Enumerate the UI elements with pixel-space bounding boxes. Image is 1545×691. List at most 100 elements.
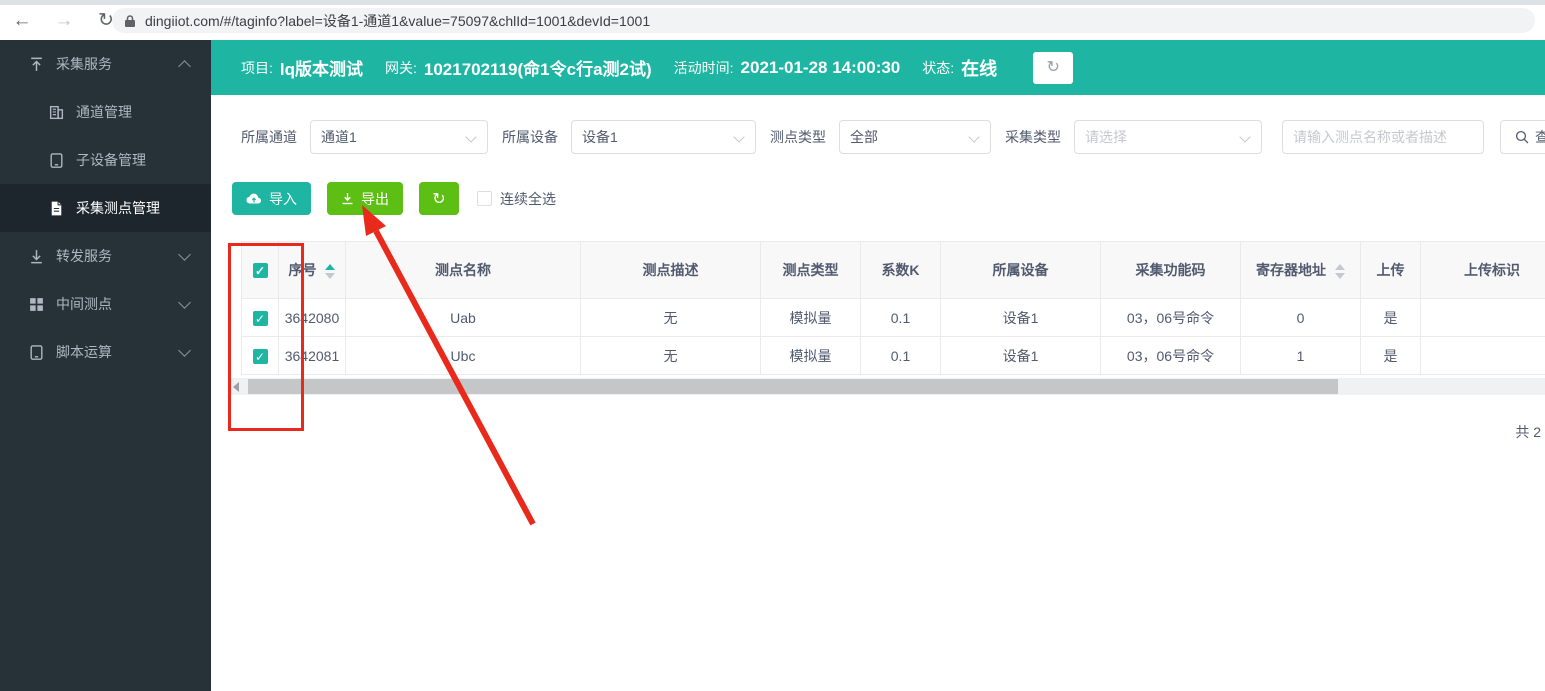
refresh-icon: ↻ [432,189,445,209]
sidebar-item-channel-management[interactable]: 通道管理 [0,88,211,136]
column-seq[interactable]: 序号 [279,242,346,299]
channel-filter-label: 所属通道 [241,127,297,147]
points-table: ✓ 序号 测点名称 测点描述 测点类型 系数K 所属设备 采集功能码 寄存器地址 [241,241,1545,375]
cell-upload: 是 [1361,337,1421,375]
sidebar-item-collect-point-management[interactable]: 采集测点管理 [0,184,211,232]
search-input[interactable] [1282,120,1484,154]
gateway-label: 网关: [385,58,417,78]
back-icon[interactable]: ← [10,10,34,32]
cell-point-name: Ubc [346,337,581,375]
url-text: dingiiot.com/#/taginfo?label=设备1-通道1&val… [145,11,650,31]
cell-point-desc: 无 [581,337,761,375]
horizontal-scrollbar[interactable] [229,378,1545,395]
cell-point-desc: 无 [581,299,761,337]
sidebar-item-subdevice-management[interactable]: 子设备管理 [0,136,211,184]
document-icon [48,200,65,217]
row-checkbox[interactable]: ✓ [253,311,268,326]
point-type-select[interactable]: 全部 [839,120,991,154]
point-type-select-value: 全部 [850,127,878,147]
cell-coefficient: 0.1 [861,337,941,375]
tablet-icon [48,152,65,169]
cell-register-addr: 1 [1241,337,1361,375]
row-checkbox[interactable]: ✓ [253,349,268,364]
continuous-select-all[interactable]: 连续全选 [477,189,556,209]
sort-icon[interactable] [325,264,335,279]
sidebar-item-collect-service[interactable]: 采集服务 [0,40,211,88]
collect-type-filter-label: 采集类型 [1005,127,1061,147]
collect-type-select-placeholder: 请选择 [1085,127,1127,147]
scrollbar-thumb[interactable] [248,379,1338,394]
table-row: ✓ 3642081 Ubc 无 模拟量 0.1 设备1 03，06号命令 1 是 [242,337,1545,375]
building-icon [48,104,65,121]
chevron-down-icon [733,131,744,142]
device-select[interactable]: 设备1 [571,120,756,154]
select-all-checkbox[interactable] [477,191,492,206]
column-coefficient: 系数K [861,242,941,299]
active-time-value: 2021-01-28 14:00:30 [741,58,901,78]
sidebar-item-middle-points[interactable]: 中间测点 [0,280,211,328]
column-upload-flag: 上传标识 [1421,242,1545,299]
device-filter-label: 所属设备 [502,127,558,147]
export-button[interactable]: 导出 [327,182,403,215]
sidebar-item-label: 通道管理 [76,102,132,122]
cell-seq: 3642080 [279,299,346,337]
tablet-icon [28,344,45,361]
sidebar: 采集服务 通道管理 子设备管理 采集测点管理 转发服务 [0,40,211,691]
sidebar-item-label: 采集测点管理 [76,198,160,218]
refresh-list-button[interactable]: ↻ [419,182,459,215]
cell-point-type: 模拟量 [761,337,861,375]
forward-icon[interactable]: → [52,10,76,32]
column-register-addr-label: 寄存器地址 [1256,262,1326,278]
gateway-info-bar: 项目: lq版本测试 网关: 1021702119(命1令c行a测2试) 活动时… [211,40,1545,95]
collect-type-select[interactable]: 请选择 [1074,120,1262,154]
cloud-upload-icon [246,192,262,205]
column-register-addr[interactable]: 寄存器地址 [1241,242,1361,299]
upload-icon [28,56,45,73]
table-row: ✓ 3642080 Uab 无 模拟量 0.1 设备1 03，06号命令 0 是 [242,299,1545,337]
device-select-value: 设备1 [582,127,618,147]
channel-select-value: 通道1 [321,127,357,147]
header-checkbox[interactable]: ✓ [253,263,268,278]
lock-icon [124,14,136,28]
column-point-type: 测点类型 [761,242,861,299]
active-time-label: 活动时间: [674,58,734,78]
export-button-label: 导出 [361,189,389,209]
chevron-down-icon [465,131,476,142]
sidebar-item-script-compute[interactable]: 脚本运算 [0,328,211,376]
channel-select[interactable]: 通道1 [310,120,488,154]
import-button[interactable]: 导入 [232,182,311,215]
sort-icon[interactable] [1335,264,1345,279]
project-value: lq版本测试 [280,55,363,80]
cell-func-code: 03，06号命令 [1101,337,1241,375]
filter-bar: 所属通道 通道1 所属设备 设备1 测点类型 全部 采集类型 请选择 [211,120,1545,154]
import-button-label: 导入 [269,189,297,209]
address-bar[interactable]: dingiiot.com/#/taginfo?label=设备1-通道1&val… [112,8,1535,33]
search-button[interactable]: 查 [1500,120,1545,154]
chevron-down-icon [178,296,191,309]
chevron-down-icon [968,131,979,142]
cell-device: 设备1 [941,299,1101,337]
sidebar-item-label: 子设备管理 [76,150,146,170]
cell-point-name: Uab [346,299,581,337]
table-header-row: ✓ 序号 测点名称 测点描述 测点类型 系数K 所属设备 采集功能码 寄存器地址 [242,242,1545,299]
gateway-refresh-button[interactable]: ↻ [1033,52,1073,84]
cell-point-type: 模拟量 [761,299,861,337]
sidebar-item-label: 采集服务 [56,54,112,74]
sidebar-item-label: 脚本运算 [56,342,112,362]
sidebar-item-label: 转发服务 [56,246,112,266]
sidebar-item-label: 中间测点 [56,294,112,314]
column-point-name: 测点名称 [346,242,581,299]
browser-chrome: ← → ↻ dingiiot.com/#/taginfo?label=设备1-通… [0,0,1545,40]
chevron-down-icon [178,248,191,261]
gateway-value: 1021702119(命1令c行a测2试) [424,55,652,80]
scroll-left-icon[interactable] [233,382,239,392]
chevron-up-icon [178,60,191,73]
grid-icon [28,296,45,313]
sidebar-item-forward-service[interactable]: 转发服务 [0,232,211,280]
browser-top-strip [0,0,1545,5]
column-point-desc: 测点描述 [581,242,761,299]
status-label: 状态: [922,58,954,78]
cell-seq: 3642081 [279,337,346,375]
main-content: 项目: lq版本测试 网关: 1021702119(命1令c行a测2试) 活动时… [211,40,1545,691]
download-small-icon [341,192,354,205]
